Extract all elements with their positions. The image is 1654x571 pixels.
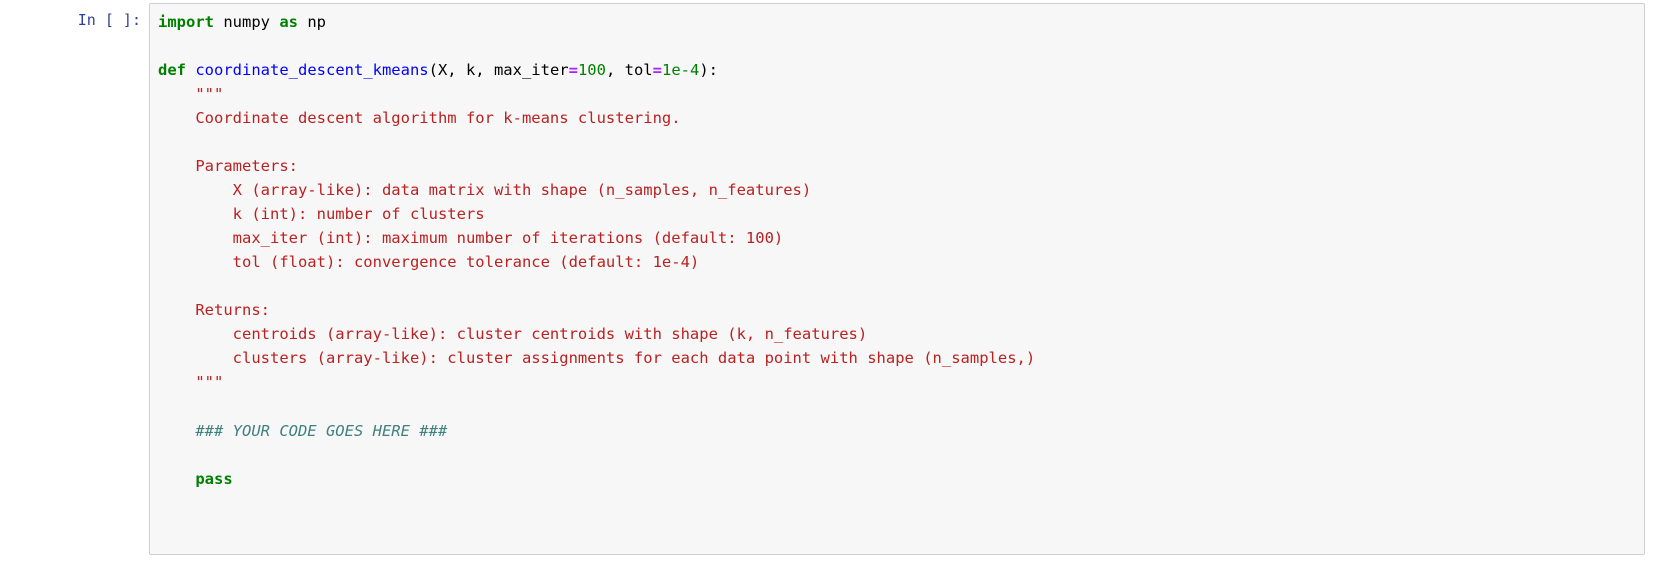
tok-comment-yourcode: ### YOUR CODE GOES HERE ### [195, 422, 447, 440]
tok-docstring-k: k (int): number of clusters [158, 205, 485, 223]
tok-as: as [279, 13, 298, 31]
tok-eq: = [569, 61, 578, 79]
tok-docstring-tol: tol (float): convergence tolerance (defa… [158, 253, 699, 271]
tok-pass: pass [195, 470, 232, 488]
tok-docstring-maxiter: max_iter (int): maximum number of iterat… [158, 229, 783, 247]
input-prompt: In [ ]: [1, 3, 149, 555]
tok-docstring-close: """ [158, 373, 223, 391]
tok-params-2: , tol [606, 61, 653, 79]
tok-def: def [158, 61, 186, 79]
tok-space [186, 61, 195, 79]
tok-indent [158, 422, 195, 440]
tok-num-100: 100 [578, 61, 606, 79]
tok-params-close: ): [699, 61, 718, 79]
tok-eq2: = [653, 61, 662, 79]
tok-docstring-clusters: clusters (array-like): cluster assignmen… [158, 349, 1035, 367]
tok-params-1: (X, k, max_iter [429, 61, 569, 79]
code-cell: In [ ]: import numpy as np def coordinat… [0, 0, 1654, 558]
tok-docstring-x: X (array-like): data matrix with shape (… [158, 181, 811, 199]
code-input[interactable]: import numpy as np def coordinate_descen… [149, 3, 1645, 555]
tok-docstring-centroids: centroids (array-like): cluster centroid… [158, 325, 867, 343]
tok-docstring-line: Coordinate descent algorithm for k-means… [158, 109, 681, 127]
tok-docstring-open: """ [158, 85, 223, 103]
tok-numpy: numpy [214, 13, 279, 31]
tok-num-1e4: 1e-4 [662, 61, 699, 79]
tok-import: import [158, 13, 214, 31]
tok-docstring-params: Parameters: [158, 157, 298, 175]
tok-np: np [298, 13, 326, 31]
tok-function-name: coordinate_descent_kmeans [195, 61, 428, 79]
tok-docstring-returns: Returns: [158, 301, 270, 319]
tok-indent2 [158, 470, 195, 488]
